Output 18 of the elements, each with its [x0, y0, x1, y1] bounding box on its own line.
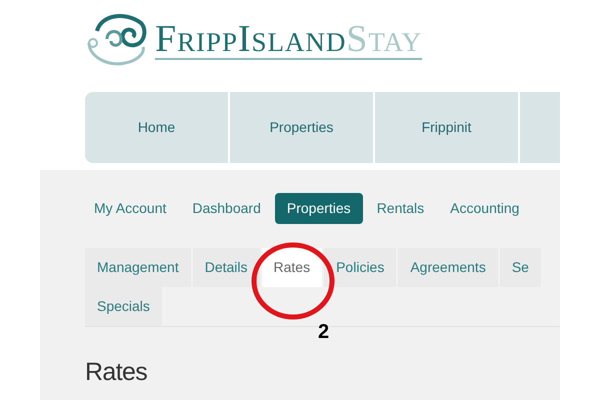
- sub-tab[interactable]: Management: [85, 248, 191, 287]
- logo-wordmark: FrippIslandStay: [155, 20, 422, 60]
- nav-link[interactable]: Home: [85, 92, 230, 163]
- sub-tab[interactable]: Details: [192, 248, 260, 287]
- page-heading: Rates: [85, 357, 148, 388]
- nav-link[interactable]: Frippinit: [375, 92, 520, 163]
- menu-tab[interactable]: My Account: [82, 192, 178, 224]
- sub-tab[interactable]: Policies: [324, 248, 396, 287]
- menu-tab[interactable]: Dashboard: [180, 192, 273, 224]
- annotation-number: 2: [318, 322, 330, 342]
- sub-tab[interactable]: Rates: [262, 248, 322, 287]
- sub-tab[interactable]: Se: [500, 248, 541, 287]
- nav-link[interactable]: Properties: [230, 92, 375, 163]
- menu-tab[interactable]: Accounting: [438, 192, 532, 224]
- sub-tab[interactable]: Agreements: [398, 248, 498, 287]
- menu-tab[interactable]: Rentals: [364, 192, 436, 224]
- menu-tab[interactable]: Properties: [274, 192, 363, 224]
- sub-tab[interactable]: Specials: [85, 287, 162, 326]
